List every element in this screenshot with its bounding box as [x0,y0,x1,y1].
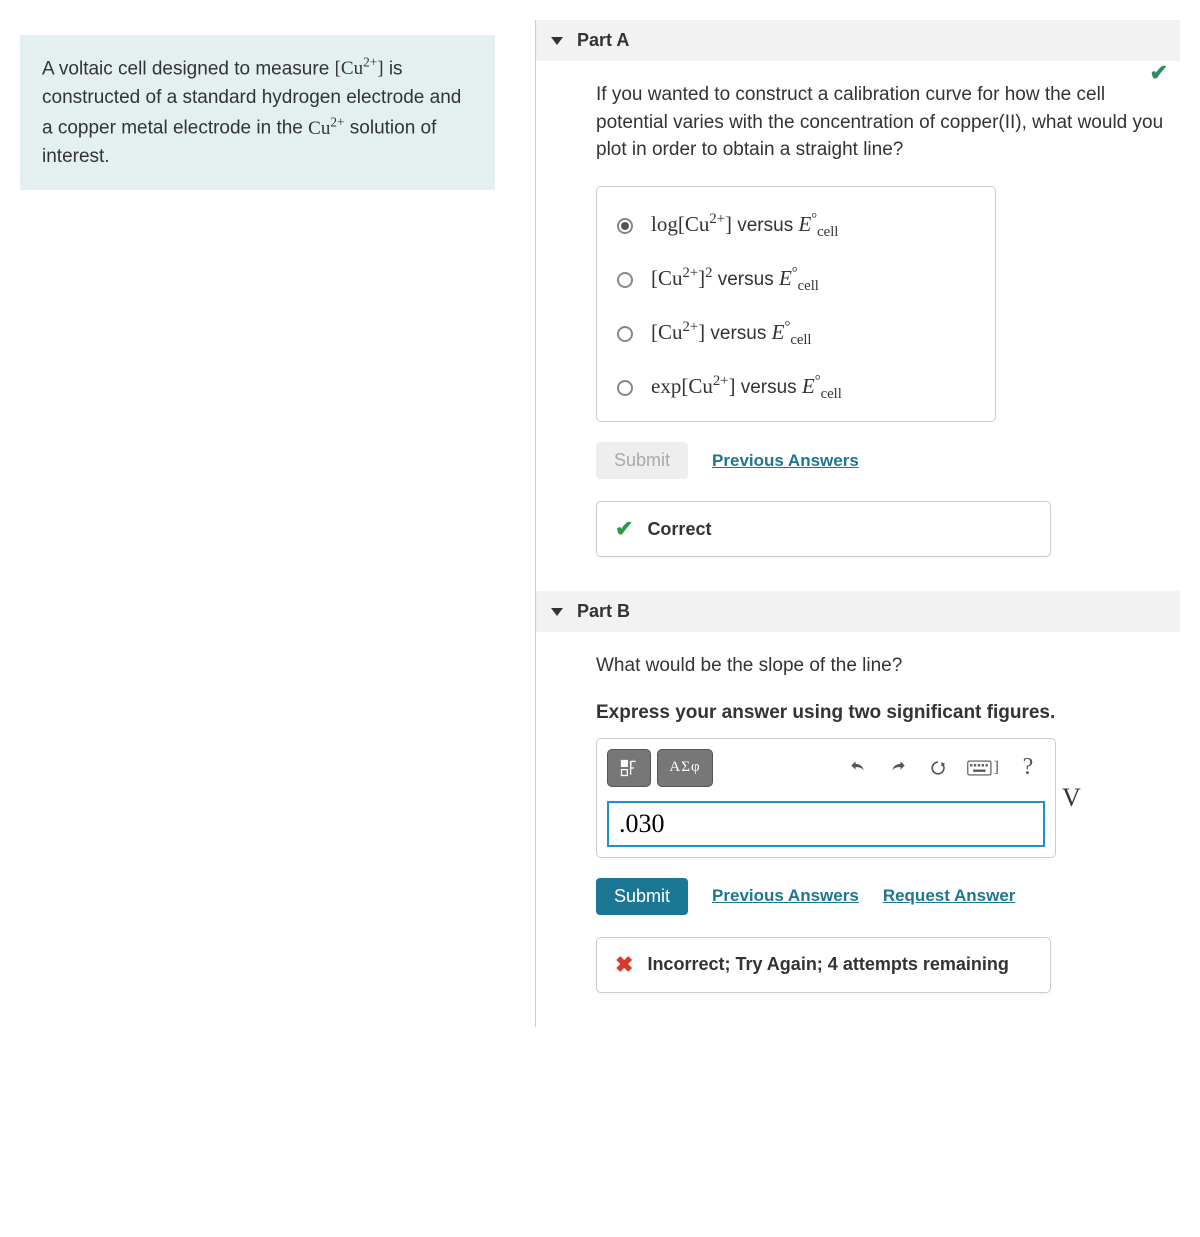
part-b-question: What would be the slope of the line? [596,652,1180,680]
submit-button[interactable]: Submit [596,878,688,915]
svg-text:√: √ [629,758,634,767]
templates-button[interactable]: √ [607,749,651,787]
greek-button[interactable]: ΑΣφ [657,749,713,787]
feedback-text: Incorrect; Try Again; 4 attempts remaini… [647,954,1008,975]
part-a-header[interactable]: Part A ✔ [536,20,1180,61]
chevron-down-icon [551,608,563,616]
answer-input[interactable] [607,801,1045,847]
keyboard-button[interactable]: ] [961,749,1005,787]
option-1[interactable]: log[Cu2+] versus E°cell [615,199,977,253]
previous-answers-link[interactable]: Previous Answers [712,886,859,906]
intro-ion: Cu2+ [308,118,344,139]
keyboard-icon [967,759,992,777]
undo-button[interactable] [841,749,875,787]
request-answer-link[interactable]: Request Answer [883,886,1016,906]
option-label: exp[Cu2+] versus E°cell [651,373,842,403]
intro-measure-expr: [Cu2+] [335,58,384,79]
intro-text: A voltaic cell designed to measure [42,58,335,79]
answer-toolbar: √ ΑΣφ [607,749,1045,787]
redo-button[interactable] [881,749,915,787]
option-label: [Cu2+]2 versus E°cell [651,265,819,295]
radio-icon[interactable] [617,326,633,342]
option-3[interactable]: [Cu2+] versus E°cell [615,307,977,361]
feedback-correct: ✔ Correct [596,501,1051,557]
radio-icon[interactable] [617,218,633,234]
answer-unit: V [1062,783,1081,813]
help-button[interactable]: ? [1011,749,1045,787]
option-label: [Cu2+] versus E°cell [651,319,812,349]
reset-button[interactable] [921,749,955,787]
fraction-icon: √ [619,758,639,778]
feedback-incorrect: ✖ Incorrect; Try Again; 4 attempts remai… [596,937,1051,993]
problem-intro: A voltaic cell designed to measure [Cu2+… [20,35,495,190]
feedback-text: Correct [647,519,711,540]
submit-button[interactable]: Submit [596,442,688,479]
undo-icon [848,758,868,778]
part-b-hint: Express your answer using two significan… [596,702,1180,724]
redo-icon [888,758,908,778]
options-group: log[Cu2+] versus E°cell [Cu2+]2 versus E… [596,186,996,423]
radio-icon[interactable] [617,272,633,288]
answer-box: √ ΑΣφ [596,738,1056,858]
part-b-header[interactable]: Part B [536,591,1180,632]
reset-icon [928,758,948,778]
part-a-title: Part A [577,30,629,51]
option-label: log[Cu2+] versus E°cell [651,211,838,241]
radio-icon[interactable] [617,380,633,396]
previous-answers-link[interactable]: Previous Answers [712,451,859,471]
option-4[interactable]: exp[Cu2+] versus E°cell [615,361,977,415]
option-2[interactable]: [Cu2+]2 versus E°cell [615,253,977,307]
x-icon: ✖ [615,952,633,978]
check-icon: ✔ [615,516,633,542]
part-b-title: Part B [577,601,630,622]
chevron-down-icon [551,37,563,45]
part-a-question: If you wanted to construct a calibration… [596,81,1180,164]
check-icon: ✔ [1150,60,1168,86]
